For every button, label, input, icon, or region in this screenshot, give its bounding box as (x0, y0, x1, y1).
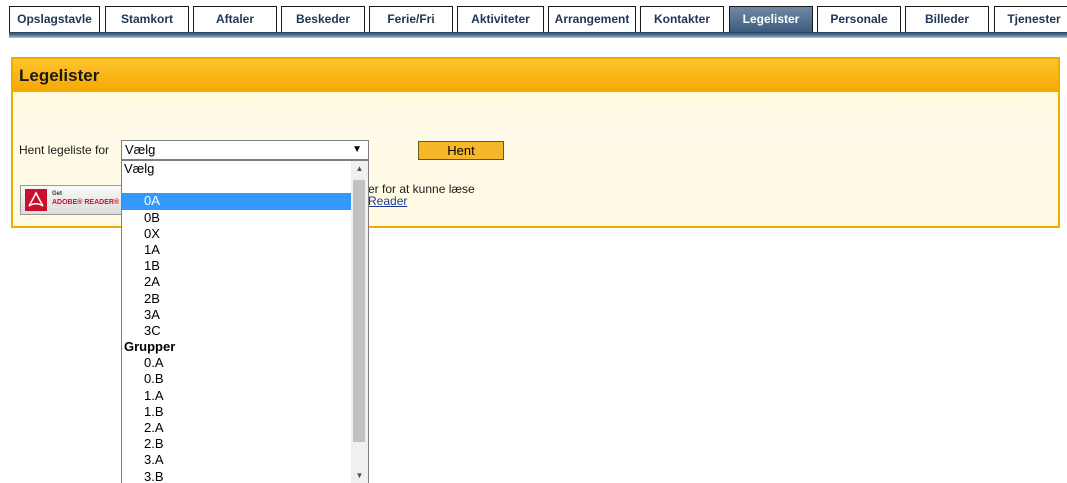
scrollbar-thumb[interactable] (353, 180, 365, 442)
scroll-down-icon[interactable]: ▼ (351, 468, 368, 483)
dropdown-optgroup-label: Grupper (124, 339, 176, 355)
tab-opslagstavle[interactable]: Opslagstavle (9, 6, 100, 32)
tab-beskeder[interactable]: Beskeder (281, 6, 365, 32)
tab-kontakter[interactable]: Kontakter (640, 6, 724, 32)
dropdown-option[interactable]: 3.A (122, 452, 351, 468)
dropdown-option[interactable]: 2.B (122, 436, 351, 452)
chevron-down-icon: ▼ (352, 144, 362, 155)
dropdown-option[interactable]: 2.A (122, 420, 351, 436)
group-select-dropdown[interactable]: Vælg 0A 0B 0X 1A 1B 2A 2B 3A 3C Grupper 0.A 0.B 1.A 1… (121, 160, 369, 483)
tab-tjenester[interactable]: Tjenester (994, 6, 1067, 32)
dropdown-scrollbar[interactable]: ▲ ▼ (351, 161, 368, 483)
tab-arrangement[interactable]: Arrangement (548, 6, 636, 32)
adobe-reader-link[interactable]: Reader (368, 195, 407, 207)
dropdown-option[interactable]: 0.A (122, 355, 351, 371)
hent-legeliste-label: Hent legeliste for (19, 143, 110, 157)
dropdown-option[interactable]: 2B (122, 291, 351, 307)
top-navigation: Opslagstavle Stamkort Aftaler Beskeder F… (0, 0, 1067, 40)
scroll-up-icon[interactable]: ▲ (351, 161, 368, 177)
panel-title: Legelister (19, 66, 100, 85)
dropdown-option[interactable] (122, 177, 351, 193)
tab-ferie-fri[interactable]: Ferie/Fri (369, 6, 453, 32)
adobe-pdf-icon (25, 189, 47, 211)
hent-button[interactable]: Hent (418, 141, 504, 160)
group-select[interactable]: Vælg ▼ (121, 140, 369, 160)
tab-billeder[interactable]: Billeder (905, 6, 989, 32)
tab-aftaler[interactable]: Aftaler (193, 6, 277, 32)
dropdown-option[interactable]: 0X (122, 226, 351, 242)
dropdown-options: Vælg 0A 0B 0X 1A 1B 2A 2B 3A 3C Grupper 0.A 0.B 1.A 1… (122, 161, 351, 483)
dropdown-option[interactable]: 0A (122, 193, 351, 210)
adobe-get-text: Get (52, 191, 63, 197)
tab-personale[interactable]: Personale (817, 6, 901, 32)
select-value: Vælg (125, 142, 156, 157)
dropdown-option[interactable]: 0B (122, 210, 351, 226)
dropdown-option[interactable]: 0.B (122, 371, 351, 387)
dropdown-option[interactable]: 1B (122, 258, 351, 274)
dropdown-option[interactable]: 2A (122, 274, 351, 290)
dropdown-option[interactable]: 1.A (122, 388, 351, 404)
tab-aktiviteter[interactable]: Aktiviteter (457, 6, 544, 32)
nav-underline-bar (9, 32, 1067, 38)
adobe-reader-text: ADOBE® READER® (52, 199, 120, 206)
dropdown-option[interactable]: 1.B (122, 404, 351, 420)
dropdown-option[interactable]: 3C (122, 323, 351, 339)
tab-stamkort[interactable]: Stamkort (105, 6, 189, 32)
dropdown-option[interactable]: 3A (122, 307, 351, 323)
dropdown-option[interactable]: 1A (122, 242, 351, 258)
tab-legelister[interactable]: Legelister (729, 6, 813, 32)
dropdown-option[interactable]: 3.B (122, 469, 351, 483)
dropdown-option[interactable]: Vælg (122, 161, 351, 177)
panel-header: Legelister (13, 59, 1058, 92)
